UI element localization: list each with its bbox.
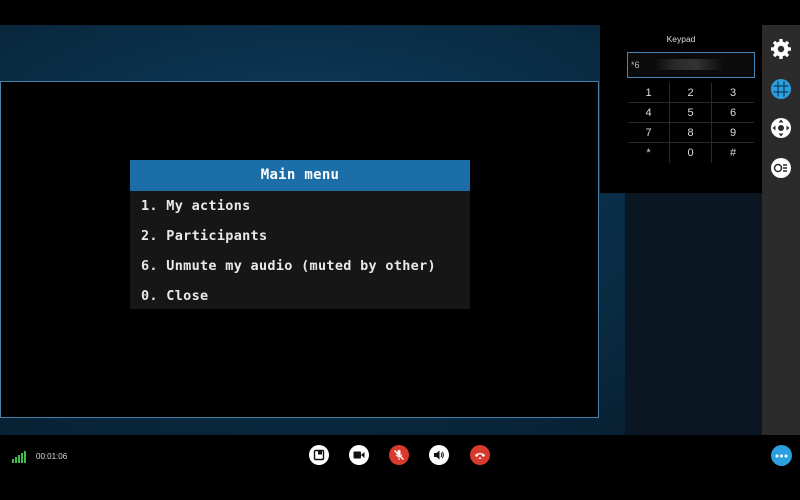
share-icon	[313, 449, 325, 461]
key-0[interactable]: 0	[670, 143, 712, 163]
speaker-icon	[434, 450, 444, 460]
camera-control-icon[interactable]	[770, 117, 792, 139]
mic-muted-icon	[394, 450, 404, 460]
keypad-input[interactable]: *6	[627, 52, 755, 78]
share-button[interactable]	[309, 445, 329, 465]
key-8[interactable]: 8	[670, 123, 712, 143]
video-icon	[353, 451, 365, 459]
key-star[interactable]: *	[628, 143, 670, 163]
hangup-icon	[475, 453, 485, 459]
keypad-icon[interactable]	[770, 78, 792, 100]
key-6[interactable]: 6	[712, 103, 754, 123]
key-5[interactable]: 5	[670, 103, 712, 123]
key-7[interactable]: 7	[628, 123, 670, 143]
keypad-input-value: *6	[631, 60, 640, 70]
keypad-grid: 1 2 3 4 5 6 7 8 9 * 0 #	[628, 83, 754, 163]
key-9[interactable]: 9	[712, 123, 754, 143]
more-button[interactable]	[771, 445, 792, 466]
key-2[interactable]: 2	[670, 83, 712, 103]
keypad-panel: Keypad *6 1 2 3 4 5 6 7 8 9 * 0 #	[600, 25, 762, 193]
mute-button[interactable]	[389, 445, 409, 465]
menu-item-unmute-audio[interactable]: 6. Unmute my audio (muted by other)	[130, 251, 470, 281]
hangup-button[interactable]	[470, 445, 490, 465]
right-sidebar	[762, 25, 800, 435]
more-icon	[775, 454, 788, 457]
key-4[interactable]: 4	[628, 103, 670, 123]
menu-item-my-actions[interactable]: 1. My actions	[130, 191, 470, 221]
settings-icon[interactable]	[770, 38, 792, 60]
signal-strength-icon	[12, 450, 26, 468]
video-button[interactable]	[349, 445, 369, 465]
key-hash[interactable]: #	[712, 143, 754, 163]
speaker-button[interactable]	[429, 445, 449, 465]
menu-item-participants[interactable]: 2. Participants	[130, 221, 470, 251]
key-1[interactable]: 1	[628, 83, 670, 103]
main-menu: Main menu 1. My actions 2. Participants …	[130, 160, 470, 309]
key-3[interactable]: 3	[712, 83, 754, 103]
keypad-title: Keypad	[666, 34, 696, 44]
menu-title: Main menu	[130, 160, 470, 191]
layout-icon[interactable]	[770, 157, 792, 179]
menu-item-close[interactable]: 0. Close	[130, 281, 470, 311]
call-control-bar: 00:01:06	[0, 436, 800, 476]
blurred-region	[654, 59, 724, 70]
call-duration: 00:01:06	[36, 452, 68, 461]
